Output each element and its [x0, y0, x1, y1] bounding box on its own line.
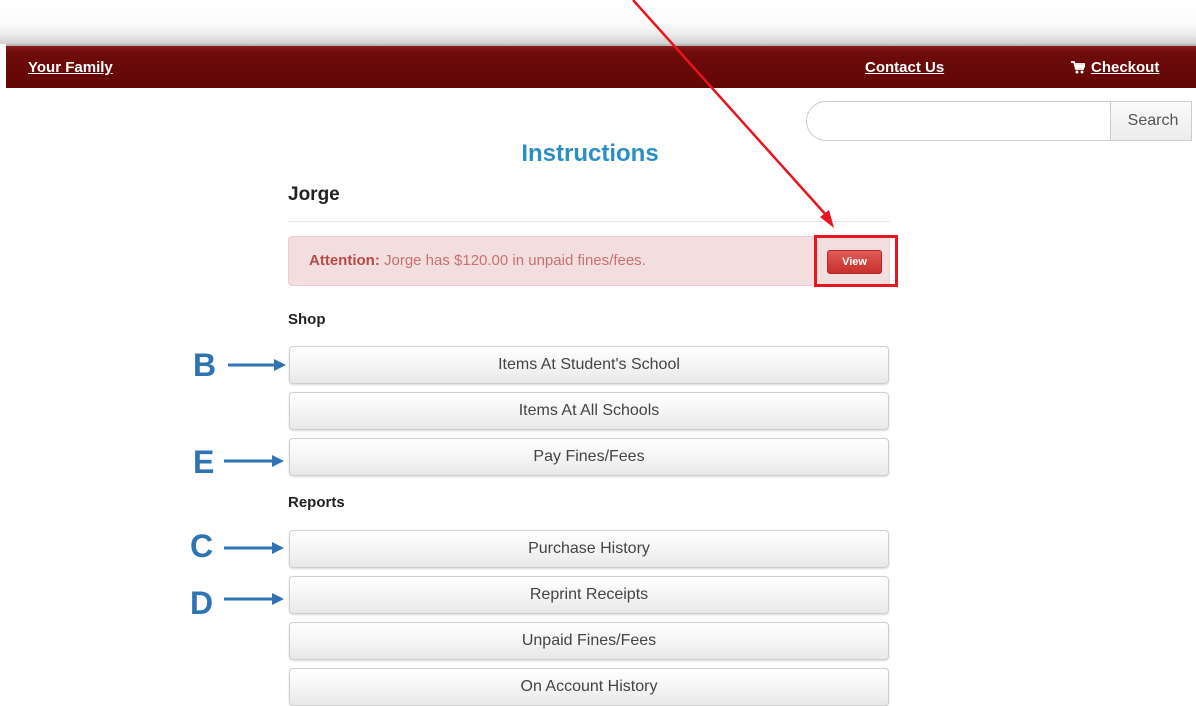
- checkout-label: Checkout: [1091, 59, 1160, 76]
- top-navbar: Your Family Contact Us Checkout: [6, 44, 1196, 88]
- search-input[interactable]: [807, 102, 1110, 140]
- reprint-receipts-button[interactable]: Reprint Receipts: [289, 576, 889, 614]
- annotation-letter-d: D: [190, 585, 214, 621]
- purchase-history-button[interactable]: Purchase History: [289, 530, 889, 568]
- shop-heading: Shop: [288, 311, 326, 328]
- alert-body: Jorge has $120.00 in unpaid fines/fees.: [379, 252, 646, 269]
- annotation-letter-b: B: [193, 347, 217, 383]
- divider: [288, 221, 890, 222]
- view-fees-button[interactable]: View: [827, 250, 882, 274]
- annotation-arrow-b: [228, 359, 286, 371]
- on-account-history-button[interactable]: On Account History: [289, 668, 889, 706]
- nav-your-family-link[interactable]: Your Family: [28, 59, 113, 76]
- items-at-all-schools-button[interactable]: Items At All Schools: [289, 392, 889, 430]
- annotation-letter-e: E: [193, 444, 215, 480]
- alert-message: Attention: Jorge has $120.00 in unpaid f…: [309, 252, 646, 269]
- annotation-arrow-c: [224, 542, 284, 554]
- annotation-arrow-d: [224, 593, 284, 605]
- reports-heading: Reports: [288, 494, 345, 511]
- unpaid-fines-fees-button[interactable]: Unpaid Fines/Fees: [289, 622, 889, 660]
- pay-fines-fees-button[interactable]: Pay Fines/Fees: [289, 438, 889, 476]
- browser-top-shadow: [0, 0, 1196, 44]
- nav-contact-us-link[interactable]: Contact Us: [865, 59, 944, 76]
- cart-icon: [1071, 61, 1087, 78]
- student-name: Jorge: [288, 184, 340, 205]
- page-title: Instructions: [521, 140, 659, 167]
- annotation-arrow-e: [224, 455, 284, 467]
- search-bar: Search: [806, 101, 1192, 141]
- items-at-students-school-button[interactable]: Items At Student's School: [289, 346, 889, 384]
- alert-prefix: Attention:: [309, 252, 380, 269]
- unpaid-fees-alert: Attention: Jorge has $120.00 in unpaid f…: [288, 236, 890, 286]
- annotation-letter-c: C: [190, 528, 214, 564]
- nav-checkout-link[interactable]: Checkout: [1071, 59, 1159, 78]
- search-button[interactable]: Search: [1110, 102, 1191, 140]
